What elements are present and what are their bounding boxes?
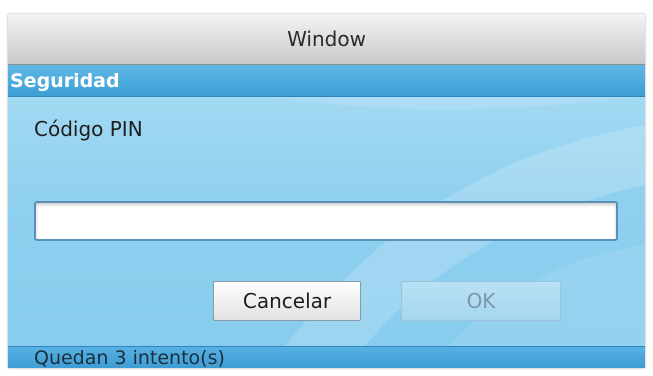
attempts-status-bar: Quedan 3 intento(s) bbox=[8, 346, 645, 368]
dialog-header-label: Seguridad bbox=[10, 69, 120, 92]
attempts-status-text: Quedan 3 intento(s) bbox=[34, 346, 225, 369]
window-title: Window bbox=[287, 27, 366, 51]
dialog-content: Seguridad Código PIN Cancelar OK Quedan … bbox=[8, 65, 645, 368]
dialog-header: Seguridad bbox=[8, 65, 645, 97]
pin-dialog-window: Window Seguridad Código PIN Cancelar OK … bbox=[8, 14, 645, 368]
pin-label: Código PIN bbox=[34, 117, 143, 141]
pin-input[interactable] bbox=[34, 201, 618, 241]
cancel-button[interactable]: Cancelar bbox=[213, 281, 361, 321]
ok-button[interactable]: OK bbox=[401, 281, 561, 321]
window-titlebar[interactable]: Window bbox=[8, 14, 645, 65]
